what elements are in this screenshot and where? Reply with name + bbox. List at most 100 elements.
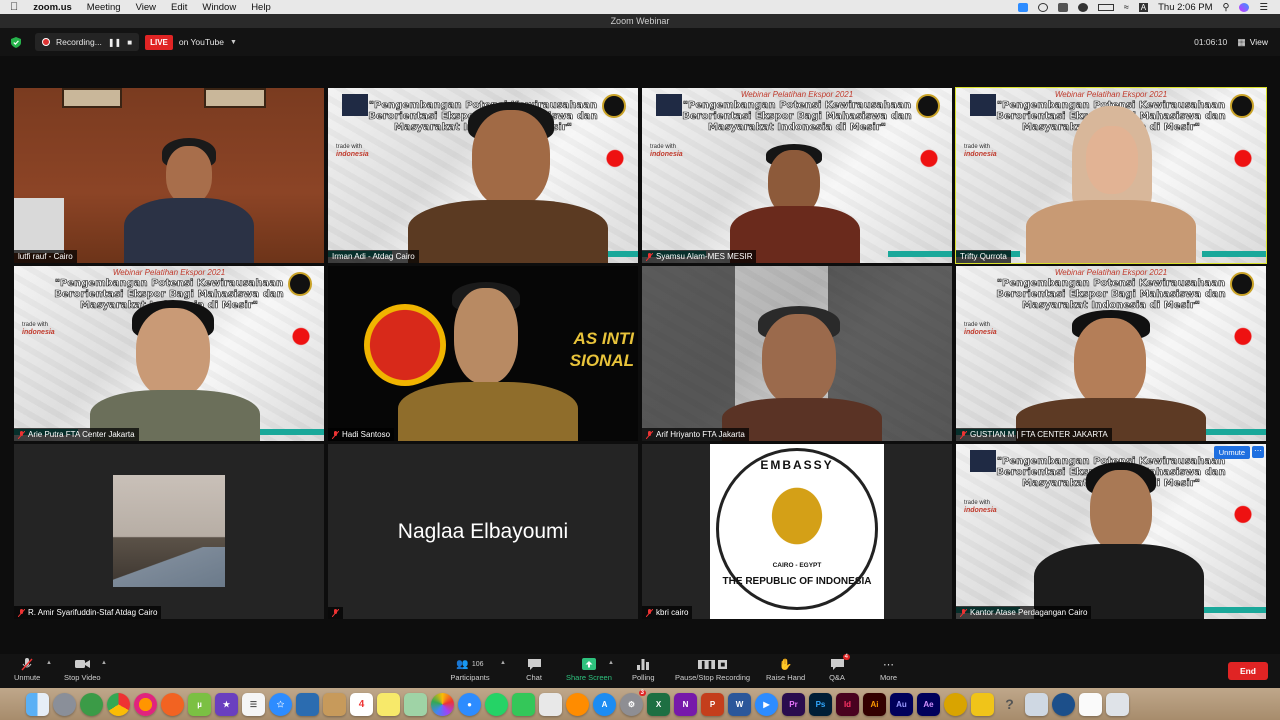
menu-app-name[interactable]: zoom.us <box>33 2 72 13</box>
garuda-icon <box>758 480 836 560</box>
more-options-icon[interactable]: ⋯ <box>1252 446 1264 458</box>
pause-stop-recording-button[interactable]: ❚❚ ■ Pause/Stop Recording <box>675 657 750 682</box>
extension-icon[interactable] <box>1057 2 1068 12</box>
unmute-button[interactable]: Unmute <box>14 657 40 682</box>
video-tile[interactable]: Naglaa Elbayoumi <box>328 444 638 619</box>
raise-hand-button[interactable]: ✋ Raise Hand <box>766 657 805 683</box>
photoshop-icon[interactable]: Ps <box>809 692 832 716</box>
video-options-caret-icon[interactable]: ▲ <box>101 660 107 666</box>
more-button[interactable]: ⋯ More <box>880 657 897 683</box>
premiere-icon[interactable]: Pr <box>782 692 805 716</box>
stop-video-button[interactable]: Stop Video <box>64 657 101 682</box>
app-store-icon[interactable]: A <box>593 692 616 716</box>
menu-view[interactable]: View <box>136 2 156 13</box>
messages-icon[interactable]: ● <box>458 692 481 716</box>
slide-title: "Pengembangan Potensi Kewirausahaan Bero… <box>682 100 912 134</box>
zoom-status-icon[interactable] <box>1017 2 1028 12</box>
stop-recording-icon[interactable]: ■ <box>127 38 132 47</box>
finder-icon[interactable] <box>26 692 49 716</box>
zoom-icon[interactable]: ▶ <box>755 692 778 716</box>
end-button[interactable]: End <box>1227 662 1268 680</box>
siri-icon[interactable] <box>1239 2 1250 12</box>
after-effects-icon[interactable]: Ae <box>917 692 940 716</box>
monitor-icon[interactable] <box>1025 692 1048 716</box>
maps-icon[interactable] <box>404 692 427 716</box>
participants-button[interactable]: 👥 106 Participants <box>450 657 490 683</box>
document-icon[interactable] <box>539 692 562 716</box>
pineapple-app-icon[interactable] <box>971 692 994 716</box>
launchpad-icon[interactable] <box>53 692 76 716</box>
help-icon[interactable]: ? <box>998 693 1021 716</box>
audition-icon[interactable]: Au <box>890 692 913 716</box>
video-tile[interactable]: Webinar Pelatihan Ekspor 2021 "Pengemban… <box>14 266 324 441</box>
facetime-icon[interactable] <box>512 692 535 716</box>
control-center-icon[interactable]: ☰ <box>1259 2 1268 13</box>
mac-menu-bar:  zoom.us Meeting View Edit Window Help … <box>0 0 1280 14</box>
powerpoint-icon[interactable]: P <box>701 692 724 716</box>
share-screen-button[interactable]: Share Screen <box>566 657 612 682</box>
stickies-icon[interactable] <box>377 692 400 716</box>
wifi-icon[interactable]: ≈ <box>1124 2 1129 12</box>
app-icon[interactable] <box>80 692 103 716</box>
trash-icon[interactable] <box>1106 692 1129 716</box>
video-tile[interactable]: Webinar Pelatihan Ekspor 2021 "Pengemban… <box>642 88 952 263</box>
battery-icon[interactable] <box>1097 3 1114 11</box>
quicktime-icon[interactable] <box>1052 692 1075 716</box>
mic-muted-icon <box>646 252 653 261</box>
archive-icon[interactable] <box>323 692 346 716</box>
whatsapp-icon[interactable] <box>485 692 508 716</box>
screen-record-icon[interactable] <box>1037 2 1048 12</box>
share-options-caret-icon[interactable]: ▲ <box>608 660 614 666</box>
encryption-shield-icon[interactable] <box>11 36 21 48</box>
company-logo-icon <box>364 304 446 386</box>
meeting-controls-bar: Unmute ▲ Stop Video ▲ 👥 106 Participants … <box>0 654 1280 688</box>
video-tile[interactable]: "Pengembangan Potensi Kewirausahaan Bero… <box>956 444 1266 619</box>
chevron-down-icon[interactable]: ▼ <box>230 39 237 46</box>
video-tile[interactable]: AS INTI SIONAL Hadi Santoso <box>328 266 638 441</box>
menu-edit[interactable]: Edit <box>171 2 187 13</box>
vlc-icon[interactable] <box>566 692 589 716</box>
utorrent-icon[interactable]: µ <box>188 692 211 716</box>
video-tile[interactable]: lutfi rauf - Cairo <box>14 88 324 263</box>
qa-button[interactable]: 4 Q&A <box>829 654 850 682</box>
preview-icon[interactable] <box>296 692 319 716</box>
word-icon[interactable]: W <box>728 692 751 716</box>
messenger-icon[interactable] <box>1077 2 1088 12</box>
excel-icon[interactable]: X <box>647 692 670 716</box>
view-button[interactable]: ▦ View <box>1237 37 1268 48</box>
clock[interactable]: Thu 2:06 PM <box>1158 2 1212 13</box>
lightroom-icon[interactable] <box>944 692 967 716</box>
video-tile[interactable]: R. Amir Syarifuddin-Staf Atdag Cairo <box>14 444 324 619</box>
polling-button[interactable]: Polling <box>632 657 655 682</box>
system-preferences-icon[interactable]: 3 ⚙ <box>620 689 646 716</box>
firefox-icon[interactable] <box>134 692 157 716</box>
chat-button[interactable]: Chat <box>526 657 542 682</box>
textedit-icon[interactable] <box>1079 692 1102 716</box>
apple-menu-icon[interactable]:  <box>10 1 18 13</box>
menu-meeting[interactable]: Meeting <box>87 2 121 13</box>
calendar-icon[interactable]: 4 <box>350 692 373 716</box>
indesign-icon[interactable]: Id <box>836 692 859 716</box>
video-tile[interactable]: "Pengembangan Potensi Kewirausahaan Bero… <box>328 88 638 263</box>
unmute-participant-button[interactable]: Unmute <box>1213 446 1250 459</box>
menu-window[interactable]: Window <box>202 2 236 13</box>
menu-help[interactable]: Help <box>251 2 271 13</box>
participants-options-caret-icon[interactable]: ▲ <box>500 660 506 666</box>
live-stream-control[interactable]: LIVE on YouTube ▼ <box>145 34 237 50</box>
spotlight-icon[interactable]: ⚲ <box>1223 2 1230 13</box>
brave-icon[interactable] <box>161 692 184 716</box>
illustrator-icon[interactable]: Ai <box>863 692 886 716</box>
video-tile[interactable]: EMBASSY CAIRO - EGYPT THE REPUBLIC OF IN… <box>642 444 952 619</box>
audio-options-caret-icon[interactable]: ▲ <box>46 660 52 666</box>
input-source-icon[interactable]: A <box>1138 2 1149 12</box>
chrome-icon[interactable] <box>107 692 130 716</box>
photos-icon[interactable] <box>431 692 454 716</box>
video-tile-active-speaker[interactable]: Webinar Pelatihan Ekspor 2021 "Pengemban… <box>955 87 1267 264</box>
imovie-icon[interactable]: ★ <box>215 692 238 716</box>
video-tile[interactable]: Arif Hriyanto FTA Jakarta <box>642 266 952 441</box>
onenote-icon[interactable]: N <box>674 692 697 716</box>
pause-recording-icon[interactable]: ❚❚ <box>108 38 121 47</box>
safari-icon[interactable]: ✩ <box>269 692 292 716</box>
notes-icon[interactable]: ☰ <box>242 692 265 716</box>
video-tile[interactable]: Webinar Pelatihan Ekspor 2021 "Pengemban… <box>956 266 1266 441</box>
